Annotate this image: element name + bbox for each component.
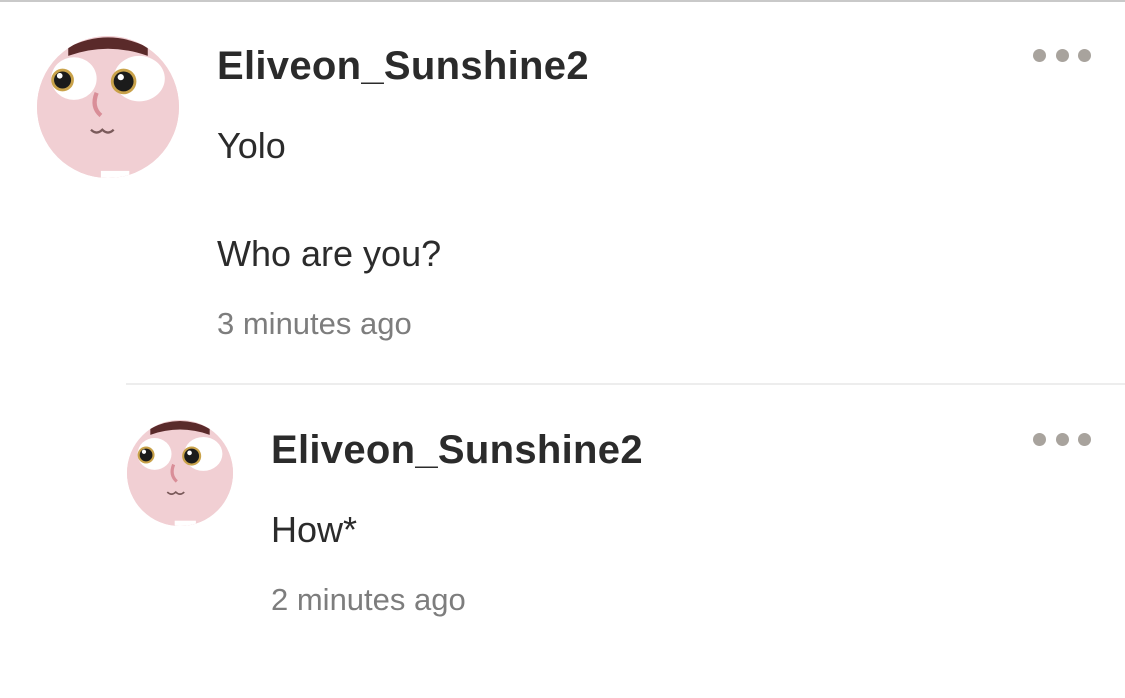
more-horizontal-icon	[1033, 432, 1046, 446]
comment-text: How*	[271, 509, 358, 550]
avatar[interactable]	[127, 420, 233, 526]
username[interactable]: Eliveon_Sunshine2	[271, 428, 643, 473]
avatar-face-icon	[127, 420, 233, 526]
more-horizontal-icon	[1055, 48, 1069, 62]
avatar[interactable]	[37, 36, 179, 178]
username[interactable]: Eliveon_Sunshine2	[217, 44, 589, 89]
comment-text: Who are you?	[217, 233, 442, 274]
timestamp: 2 minutes ago	[271, 582, 466, 617]
comment-text: Yolo	[217, 125, 286, 166]
more-horizontal-icon	[1078, 432, 1091, 446]
more-options-button[interactable]	[1033, 427, 1091, 451]
more-options-button[interactable]	[1033, 43, 1091, 67]
more-horizontal-icon	[1055, 432, 1069, 446]
reply-comment-item: Eliveon_Sunshine2 How* 2 minutes ago	[0, 385, 1125, 698]
comment-item: Eliveon_Sunshine2 Yolo Who are you? 3 mi…	[0, 0, 1125, 384]
more-horizontal-icon	[1078, 48, 1091, 62]
avatar-face-icon	[37, 36, 179, 178]
timestamp: 3 minutes ago	[217, 306, 412, 341]
more-horizontal-icon	[1033, 48, 1046, 62]
